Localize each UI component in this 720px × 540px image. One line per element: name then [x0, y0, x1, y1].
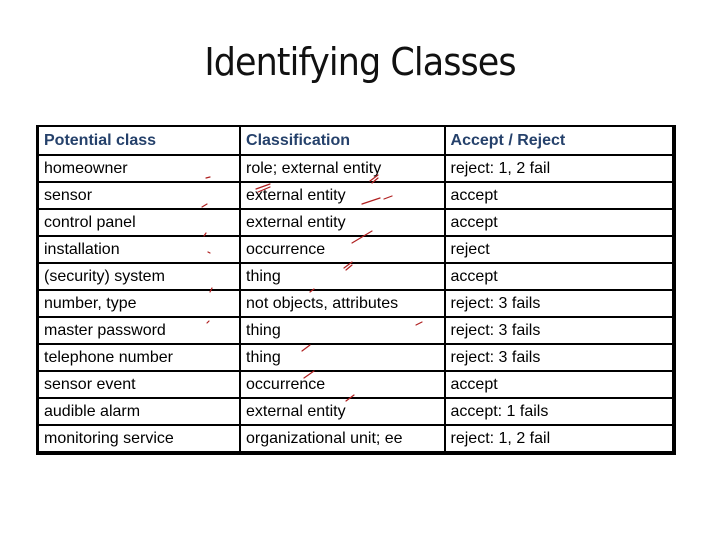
table-row: audible alarm external entity accept: 1 fa…: [36, 397, 676, 426]
cell-classification: not objects, attributes: [239, 289, 446, 318]
cell-classification: occurrence: [239, 370, 446, 399]
cell-potential-class: installation: [36, 235, 242, 264]
table-row: master password thing reject: 3 fails: [36, 316, 676, 345]
table-row: homeowner role; external entity reject: 1,…: [36, 154, 676, 183]
cell-classification: organizational unit; ee: [239, 424, 446, 454]
cell-accept-reject: reject: 3 fails: [443, 343, 676, 372]
table-row: sensor event occurrence accept: [36, 370, 676, 399]
header-classification: Classification: [239, 125, 446, 156]
cell-potential-class: control panel: [36, 208, 242, 237]
cell-classification: role; external entity: [239, 154, 446, 183]
header-accept-reject: Accept / Reject: [443, 125, 676, 156]
table-row: installation occurrence reject: [36, 235, 676, 264]
cell-accept-reject: accept: [443, 262, 676, 291]
cell-classification: external entity: [239, 181, 446, 210]
cell-accept-reject: reject: [443, 235, 676, 264]
cell-potential-class: monitoring service: [36, 424, 242, 454]
cell-potential-class: number, type: [36, 289, 242, 318]
cell-accept-reject: reject: 1, 2 fail: [443, 424, 676, 454]
cell-accept-reject: accept: [443, 370, 676, 399]
table-row: (security) system thing accept: [36, 262, 676, 291]
cell-classification: external entity: [239, 208, 446, 237]
cell-potential-class: homeowner: [36, 154, 242, 183]
table-header-row: Potential class Classification Accept / …: [36, 125, 676, 156]
cell-potential-class: sensor: [36, 181, 242, 210]
cell-potential-class: (security) system: [36, 262, 242, 291]
cell-classification: thing: [239, 343, 446, 372]
classes-table: Potential class Classification Accept / …: [36, 125, 676, 455]
cell-accept-reject: accept: [443, 208, 676, 237]
header-potential-class: Potential class: [36, 125, 242, 156]
cell-classification: occurrence: [239, 235, 446, 264]
slide-title: Identifying Classes: [204, 40, 516, 84]
cell-classification: thing: [239, 316, 446, 345]
cell-potential-class: master password: [36, 316, 242, 345]
table-row: monitoring service organizational unit; e…: [36, 424, 676, 454]
table-row: number, type not objects, attributes rejec…: [36, 289, 676, 318]
cell-accept-reject: reject: 3 fails: [443, 289, 676, 318]
cell-potential-class: sensor event: [36, 370, 242, 399]
cell-accept-reject: accept: 1 fails: [443, 397, 676, 426]
table-body: homeowner role; external entity reject: 1,…: [36, 154, 676, 454]
table-row: sensor external entity accept: [36, 181, 676, 210]
cell-potential-class: telephone number: [36, 343, 242, 372]
table-row: control panel external entity accept: [36, 208, 676, 237]
cell-classification: external entity: [239, 397, 446, 426]
cell-accept-reject: reject: 1, 2 fail: [443, 154, 676, 183]
cell-accept-reject: reject: 3 fails: [443, 316, 676, 345]
table-row: telephone number thing reject: 3 fails: [36, 343, 676, 372]
cell-accept-reject: accept: [443, 181, 676, 210]
cell-potential-class: audible alarm: [36, 397, 242, 426]
cell-classification: thing: [239, 262, 446, 291]
